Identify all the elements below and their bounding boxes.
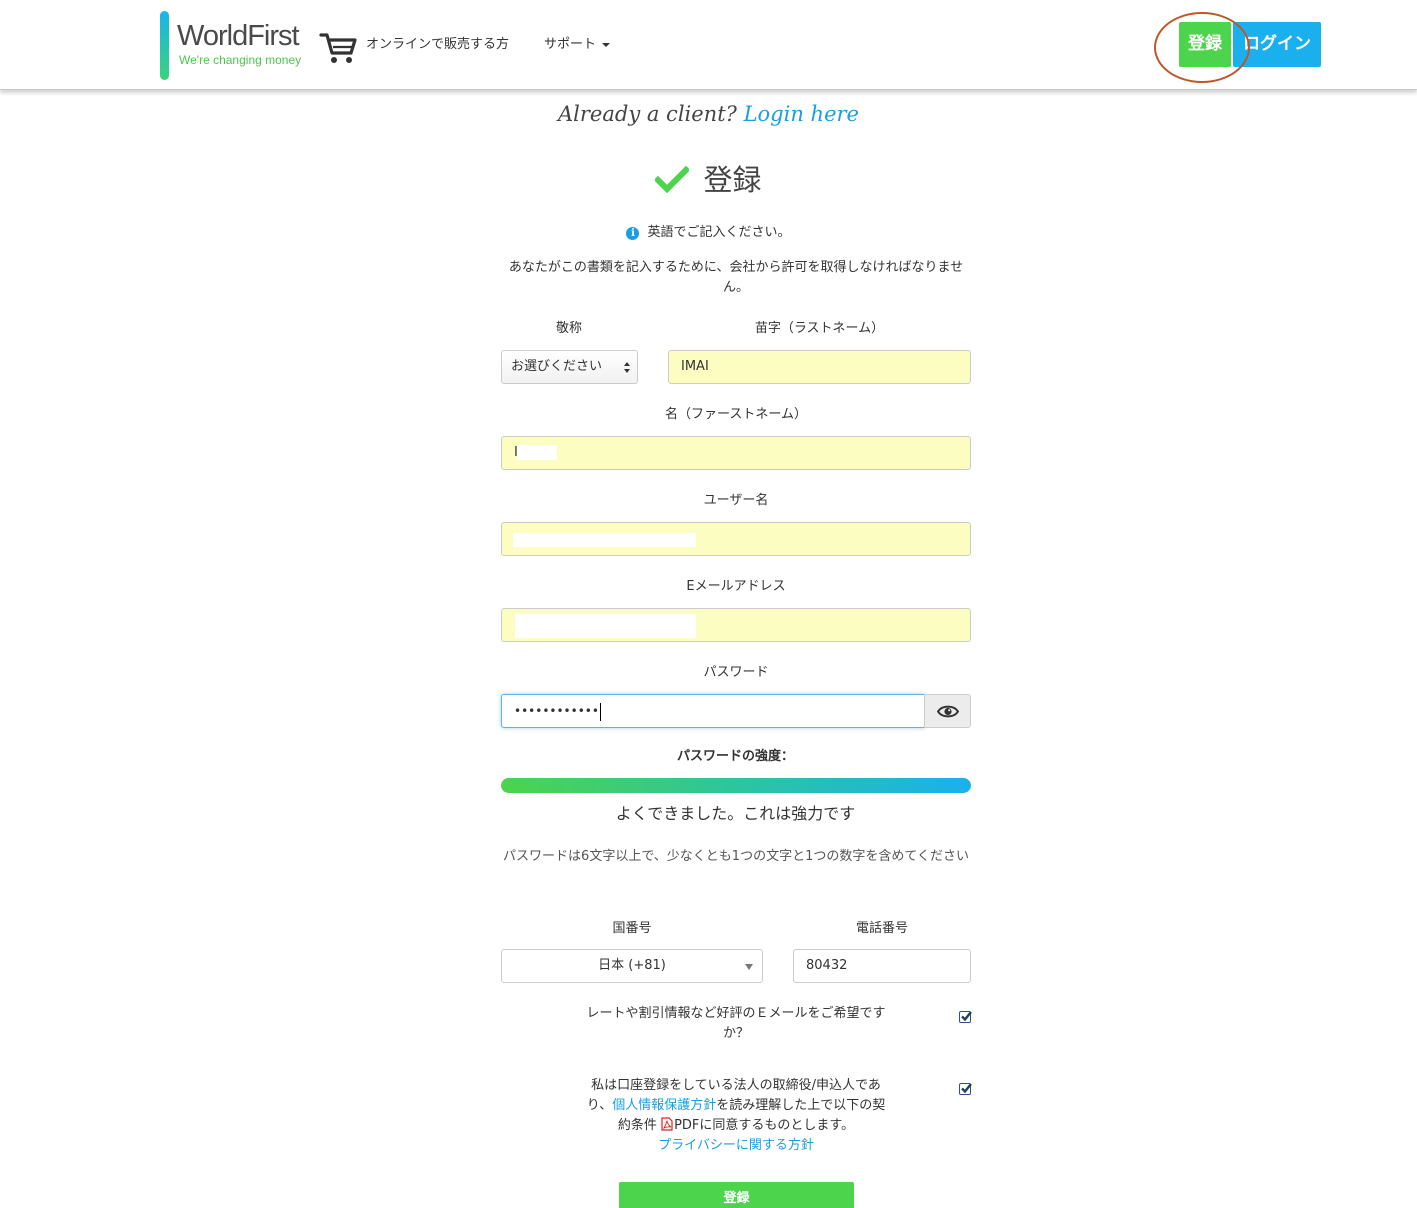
permission-note: あなたがこの書類を記入するために、会社から許可を取得しなければなりません。 [508, 260, 964, 295]
pdf-icon [661, 1117, 673, 1131]
logo-tagline: We're changing money [179, 53, 302, 67]
username-label: ユーザー名 [703, 493, 769, 508]
agreement-checkbox[interactable] [959, 1083, 972, 1095]
password-field[interactable]: •••••••••••• [501, 694, 925, 728]
salutation-value: お選びください [511, 359, 603, 374]
password-value: •••••••••••• [514, 704, 599, 718]
login-here-link[interactable]: Login here [744, 102, 859, 126]
agreement-text-3: に同意するものとします。 [699, 1118, 855, 1133]
checkmark-icon [961, 1011, 972, 1022]
password-strength-label: パスワードの強度： [676, 749, 794, 764]
privacy-policy-link[interactable]: 個人情報保護方針 [612, 1098, 716, 1113]
nav-sell-online[interactable]: オンラインで販売する方 [366, 36, 509, 54]
salutation-label: 敬称 [555, 321, 582, 336]
nav-support-label: サポート [544, 37, 597, 52]
already-client-line: Already a client? Login here [0, 100, 1417, 128]
firstname-field[interactable]: I [501, 436, 971, 470]
password-strength-text: よくできました。これは強力です [615, 804, 856, 823]
salutation-select[interactable]: お選びください [501, 350, 638, 384]
logo-bar [160, 11, 169, 80]
newsletter-checkbox[interactable] [959, 1011, 972, 1023]
redaction-box [517, 445, 557, 460]
lastname-label: 苗字（ラストネーム） [754, 321, 885, 336]
top-header: WorldFirst We're changing money オンラインで販売… [0, 0, 1417, 90]
caret-down-icon [602, 42, 611, 47]
logo-wordmark[interactable]: WorldFirst [177, 20, 300, 52]
english-note: i 英語でご記入ください。 [0, 224, 1417, 242]
english-note-text: 英語でご記入ください。 [647, 225, 791, 240]
form-title: 登録 [0, 160, 1417, 200]
submit-register-button[interactable]: 登録 [619, 1182, 854, 1208]
redaction-box [515, 614, 696, 638]
checkmark-icon [655, 165, 690, 193]
password-hint: パスワードは6文字以上で、少なくとも1つの文字と1つの数字を含めてください [503, 849, 969, 864]
cart-icon[interactable] [318, 27, 358, 67]
chevron-down-icon [745, 964, 753, 970]
country-code-label: 国番号 [612, 921, 652, 936]
password-strength-bar [501, 778, 971, 793]
annotation-circle [1154, 12, 1250, 83]
redaction-box [513, 533, 696, 547]
phone-label: 電話番号 [855, 921, 908, 936]
eye-icon [937, 705, 959, 718]
country-code-value: 日本 (+81) [598, 958, 666, 973]
text-cursor [599, 702, 601, 721]
info-icon: i [626, 227, 640, 240]
password-label: パスワード [703, 665, 769, 680]
select-arrows-icon [624, 362, 630, 373]
country-code-select[interactable]: 日本 (+81) [501, 949, 763, 983]
password-strength-fill [501, 778, 971, 793]
phone-field[interactable]: 80432 [793, 949, 971, 983]
lastname-field[interactable]: IMAI [668, 350, 971, 384]
already-client-text: Already a client? [558, 102, 737, 126]
email-label: Eメールアドレス [686, 579, 786, 594]
checkmark-icon [961, 1083, 972, 1094]
firstname-label: 名（ファーストネーム） [665, 407, 807, 422]
form-title-text: 登録 [703, 163, 762, 197]
agreement-text: 私は口座登録をしている法人の取締役/申込人であり、個人情報保護方針を読み理解した… [582, 1076, 890, 1156]
nav-support[interactable]: サポート [544, 36, 611, 54]
terms-pdf-link[interactable]: PDF [674, 1118, 699, 1133]
newsletter-text: レートや割引情報など好評のＥメールをご希望ですか？ [586, 1006, 886, 1041]
privacy-statement-link[interactable]: プライバシーに関する方針 [658, 1138, 814, 1153]
show-password-button[interactable] [924, 694, 971, 728]
